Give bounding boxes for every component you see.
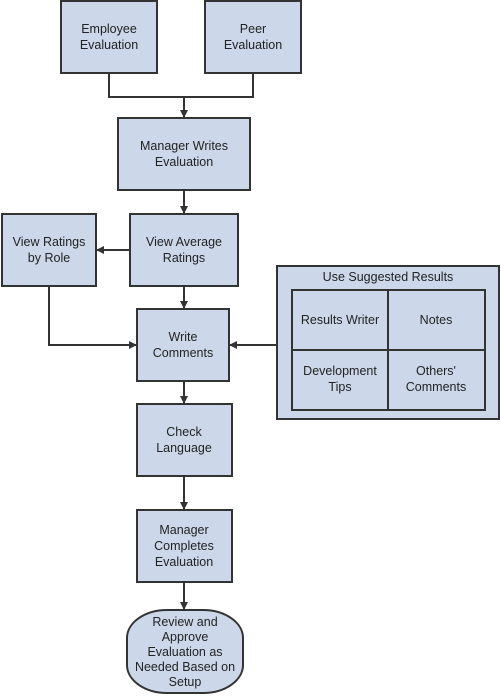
node-manager-completes-evaluation: Manager Completes Evaluation [136, 509, 233, 583]
node-label: Language [156, 441, 212, 455]
node-label: View Average [146, 235, 222, 249]
node-label: Write [169, 330, 198, 344]
node-review-and-approve: Review and Approve Evaluation as Needed Bas… [126, 609, 244, 694]
cell-label: Comments [406, 380, 466, 394]
node-write-comments: Write Comments [136, 308, 230, 382]
node-label: Evaluation [155, 155, 213, 169]
group-title: Use Suggested Results [323, 270, 454, 284]
svg-text:ManagerCompletesEvaluation: Manager Completes Evaluation [154, 523, 214, 569]
cell-label: Tips [328, 380, 351, 394]
node-label: Evaluation [80, 38, 138, 52]
node-label: Employee [81, 22, 137, 36]
node-label: Needed Based on [135, 660, 235, 674]
group-use-suggested-results: Use Suggested Results Results Writer Not… [276, 265, 500, 420]
node-label: Evaluation as [147, 645, 222, 659]
node-label: Evaluation [224, 38, 282, 52]
node-view-ratings-by-role: View Ratings by Role [1, 213, 97, 287]
arrow-role-to-write-comments [48, 286, 137, 349]
cell-label: Others' [416, 364, 456, 378]
node-view-average-ratings: View Average Ratings [129, 213, 239, 287]
node-label: Manager [159, 523, 208, 537]
node-label: by Role [28, 251, 70, 265]
node-label: Check [166, 425, 202, 439]
node-label: View Ratings [13, 235, 86, 249]
node-label: Completes [154, 539, 214, 553]
node-label: Evaluation [155, 555, 213, 569]
evaluation-flow-diagram: Employee Evaluation Peer Evaluation Manage… [1, 0, 500, 694]
connector-employee-peer-merge [108, 73, 254, 98]
node-employee-evaluation: Employee Evaluation [60, 0, 158, 74]
node-label: Ratings [163, 251, 205, 265]
cell-results-writer: Results Writer [301, 313, 379, 327]
node-label: Review and [152, 615, 217, 629]
cell-label: Development [303, 364, 377, 378]
node-label: Approve [162, 630, 209, 644]
node-label: Manager Writes [140, 139, 228, 153]
node-label: Peer [240, 22, 266, 36]
node-peer-evaluation: Peer Evaluation [204, 0, 302, 74]
node-label: Comments [153, 346, 213, 360]
node-manager-writes-evaluation: Manager Writes Evaluation [117, 117, 251, 191]
node-check-language: Check Language [136, 403, 233, 477]
node-label: Setup [169, 675, 202, 689]
cell-notes: Notes [420, 313, 453, 327]
